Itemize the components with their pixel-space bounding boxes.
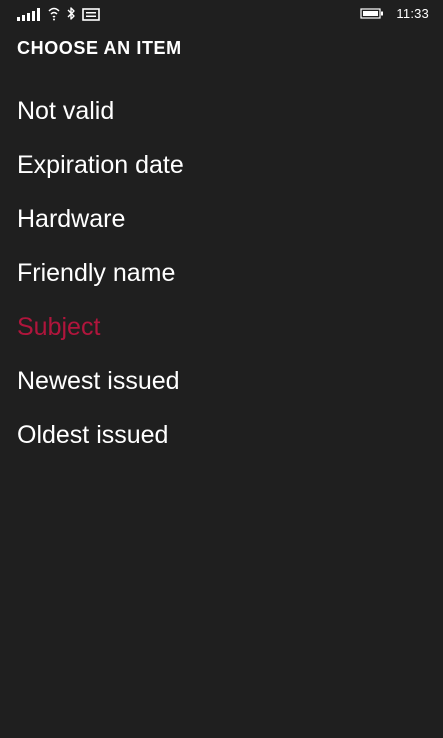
- list-item-hardware[interactable]: Hardware: [17, 192, 427, 246]
- status-icons-right: 11:33: [360, 5, 429, 21]
- list-item-newest-issued[interactable]: Newest issued: [17, 354, 427, 408]
- status-icons-left: [17, 5, 106, 21]
- bluetooth-icon: [67, 7, 75, 20]
- wifi-icon: [48, 7, 60, 21]
- clock: 11:33: [396, 5, 429, 21]
- list-item-subject[interactable]: Subject: [17, 300, 427, 354]
- list-item-oldest-issued[interactable]: Oldest issued: [17, 408, 427, 462]
- list-item-expiration-date[interactable]: Expiration date: [17, 138, 427, 192]
- item-list: Not valid Expiration date Hardware Frien…: [17, 84, 427, 462]
- list-item-friendly-name[interactable]: Friendly name: [17, 246, 427, 300]
- battery-icon: [360, 7, 384, 19]
- message-icon: [82, 8, 100, 21]
- list-item-not-valid[interactable]: Not valid: [17, 84, 427, 138]
- picker-title: CHOOSE AN ITEM: [17, 38, 182, 58]
- status-bar: 11:33: [0, 0, 443, 26]
- signal-strength-icon: [17, 8, 40, 21]
